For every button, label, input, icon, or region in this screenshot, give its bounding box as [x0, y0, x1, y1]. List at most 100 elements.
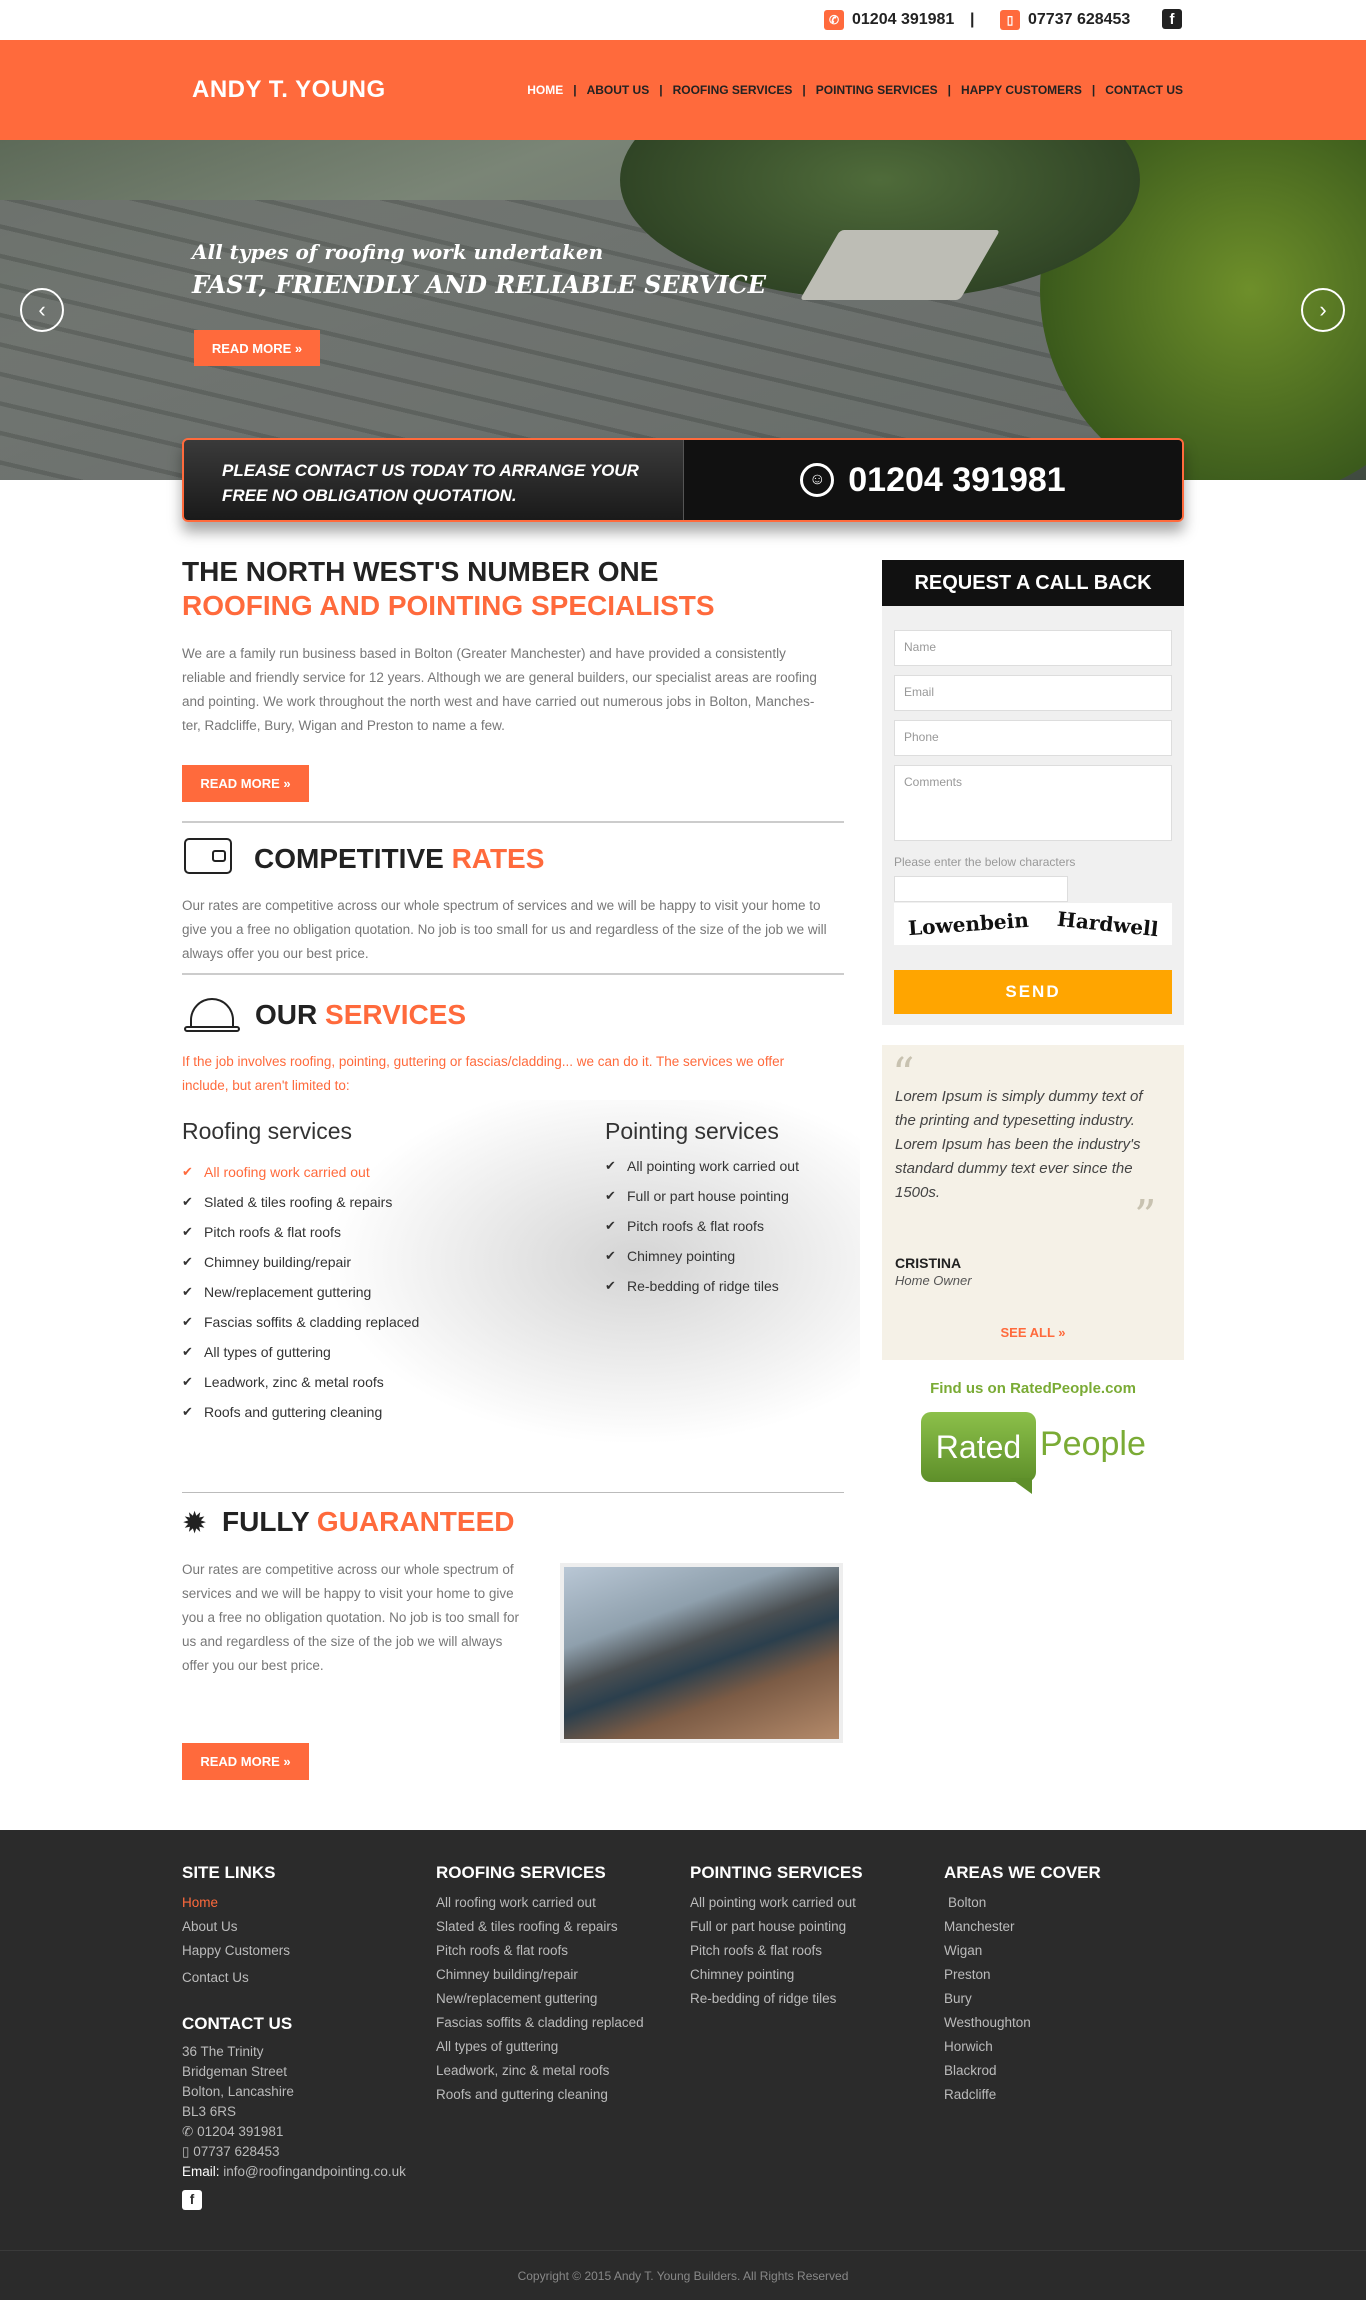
- cta-phone[interactable]: ☺ 01204 391981: [684, 440, 1182, 520]
- phone-field[interactable]: Phone: [894, 720, 1172, 756]
- list-item[interactable]: ✔ Leadwork, zinc & metal roofs: [182, 1367, 419, 1397]
- top-mobile[interactable]: ▯ 07737 628453: [1000, 8, 1130, 32]
- list-item[interactable]: ✔ Full or part house pointing: [605, 1181, 799, 1211]
- footer-area[interactable]: Horwich: [944, 2035, 1101, 2059]
- send-button[interactable]: SEND: [894, 970, 1172, 1014]
- list-item[interactable]: ✔ Pitch roofs & flat roofs: [182, 1217, 419, 1247]
- nav-customers[interactable]: HAPPY CUSTOMERS: [961, 83, 1082, 97]
- comments-field[interactable]: Comments: [894, 765, 1172, 841]
- list-item[interactable]: ✔ New/replacement guttering: [182, 1277, 419, 1307]
- text-line: Our rates are competitive across our who…: [182, 898, 821, 913]
- footer-link[interactable]: Home: [182, 1891, 406, 1915]
- footer-area[interactable]: Blackrod: [944, 2059, 1101, 2083]
- nav-separator: |: [1091, 83, 1096, 97]
- footer-link[interactable]: Slated & tiles roofing & repairs: [436, 1915, 644, 1939]
- top-mobile-number: 07737 628453: [1028, 11, 1131, 28]
- footer-link[interactable]: All pointing work carried out: [690, 1891, 863, 1915]
- list-item[interactable]: ✔ All pointing work carried out: [605, 1151, 799, 1181]
- guarantee-read-more-label: READ MORE: [200, 1754, 280, 1769]
- chevron-left-icon[interactable]: ‹: [20, 288, 64, 332]
- rated-link[interactable]: RatedPeople.com: [1010, 1380, 1136, 1397]
- footer-email[interactable]: Email: info@roofingandpointing.co.uk: [182, 2162, 406, 2182]
- chevron-right-icon[interactable]: ›: [1301, 288, 1345, 332]
- footer-link[interactable]: Roofs and guttering cleaning: [436, 2083, 644, 2107]
- list-item[interactable]: ✔ Re-bedding of ridge tiles: [605, 1271, 799, 1301]
- list-item-label: All pointing work carried out: [627, 1158, 799, 1174]
- footer-link[interactable]: New/replacement guttering: [436, 1987, 644, 2011]
- top-bar: ✆ 01204 391981 | ▯ 07737 628453 f: [0, 0, 1366, 40]
- footer-area[interactable]: Westhoughton: [944, 2011, 1101, 2035]
- list-item-label: Roofs and guttering cleaning: [204, 1404, 383, 1420]
- see-all-link[interactable]: SEE ALL »: [882, 1325, 1184, 1340]
- intro-read-more-button[interactable]: READ MORE »: [182, 765, 309, 802]
- email-field[interactable]: Email: [894, 675, 1172, 711]
- footer-area[interactable]: Preston: [944, 1963, 1101, 1987]
- footer-link[interactable]: Re-bedding of ridge tiles: [690, 1987, 863, 2011]
- check-icon: ✔: [182, 1254, 193, 1269]
- facebook-icon[interactable]: f: [1162, 9, 1182, 29]
- site-logo[interactable]: ANDY T. YOUNG: [192, 76, 386, 104]
- divider: [182, 973, 844, 975]
- captcha-input[interactable]: [894, 876, 1068, 902]
- list-item[interactable]: ✔ Roofs and guttering cleaning: [182, 1397, 419, 1427]
- captcha-word-2: Hardwell: [1055, 906, 1160, 942]
- footer-link[interactable]: All roofing work carried out: [436, 1891, 644, 1915]
- list-item[interactable]: ✔ All types of guttering: [182, 1337, 419, 1367]
- footer-link[interactable]: Leadwork, zinc & metal roofs: [436, 2059, 644, 2083]
- cta-line-1: PLEASE CONTACT US TODAY TO ARRANGE YOUR: [222, 461, 639, 480]
- footer-link[interactable]: All types of guttering: [436, 2035, 644, 2059]
- footer-mobile[interactable]: ▯ 07737 628453: [182, 2142, 406, 2162]
- name-field[interactable]: Name: [894, 630, 1172, 666]
- gutter-photo: [560, 1563, 843, 1743]
- footer-link[interactable]: Fascias soffits & cladding replaced: [436, 2011, 644, 2035]
- services-title-b: SERVICES: [325, 999, 467, 1030]
- footer-area[interactable]: Radcliffe: [944, 2083, 1101, 2107]
- hero-read-more-button[interactable]: READ MORE »: [194, 330, 320, 366]
- hero-title: FAST, FRIENDLY AND RELIABLE SERVICE: [192, 270, 767, 299]
- rated-logo-badge[interactable]: Rated: [921, 1412, 1036, 1482]
- list-item[interactable]: ✔ Chimney building/repair: [182, 1247, 419, 1277]
- footer-phone[interactable]: ✆ 01204 391981: [182, 2122, 406, 2142]
- text-line: Lorem Ipsum has been the industry's: [895, 1136, 1141, 1153]
- rates-paragraph: Our rates are competitive across our who…: [182, 894, 852, 966]
- roofing-services-list: ✔ All roofing work carried out ✔ Slated & …: [182, 1157, 419, 1427]
- list-item[interactable]: ✔ Slated & tiles roofing & repairs: [182, 1187, 419, 1217]
- list-item[interactable]: ✔ Pitch roofs & flat roofs: [605, 1211, 799, 1241]
- nav-pointing[interactable]: POINTING SERVICES: [816, 83, 938, 97]
- captcha-image: Lowenbein Hardwell: [894, 903, 1172, 945]
- footer-area[interactable]: Wigan: [944, 1939, 1101, 1963]
- footer-link[interactable]: Happy Customers: [182, 1939, 406, 1963]
- footer-link[interactable]: Contact Us: [182, 1966, 406, 1990]
- check-icon: ✔: [605, 1218, 616, 1233]
- guarantee-read-more-button[interactable]: READ MORE »: [182, 1743, 309, 1780]
- facebook-icon[interactable]: f: [182, 2190, 202, 2210]
- footer-pointing-title: POINTING SERVICES: [690, 1863, 863, 1882]
- nav-about[interactable]: ABOUT US: [587, 83, 650, 97]
- footer-area[interactable]: Bolton: [944, 1891, 1101, 1915]
- check-icon: ✔: [605, 1278, 616, 1293]
- top-phone[interactable]: ✆ 01204 391981: [824, 8, 954, 32]
- footer-link[interactable]: Chimney pointing: [690, 1963, 863, 1987]
- check-icon: ✔: [605, 1248, 616, 1263]
- intro-title-line-1: THE NORTH WEST'S NUMBER ONE: [182, 556, 659, 587]
- nav-contact[interactable]: CONTACT US: [1105, 83, 1183, 97]
- contact-cta-bar: PLEASE CONTACT US TODAY TO ARRANGE YOUR …: [182, 438, 1184, 522]
- footer-link[interactable]: Pitch roofs & flat roofs: [690, 1939, 863, 1963]
- footer: SITE LINKS Home About Us Happy Customers…: [0, 1830, 1366, 2250]
- footer-area[interactable]: Bury: [944, 1987, 1101, 2011]
- rated-find-text: Find us on RatedPeople.com: [882, 1380, 1184, 1397]
- list-item[interactable]: ✔ Chimney pointing: [605, 1241, 799, 1271]
- footer-phone-number: 01204 391981: [197, 2124, 284, 2139]
- seal-icon: ✹: [182, 1507, 208, 1540]
- nav-home[interactable]: HOME: [527, 83, 563, 97]
- footer-area[interactable]: Manchester: [944, 1915, 1101, 1939]
- list-item[interactable]: ✔ Fascias soffits & cladding replaced: [182, 1307, 419, 1337]
- footer-email-address: info@roofingandpointing.co.uk: [223, 2164, 406, 2179]
- footer-link[interactable]: Pitch roofs & flat roofs: [436, 1939, 644, 1963]
- list-item[interactable]: ✔ All roofing work carried out: [182, 1157, 419, 1187]
- footer-link[interactable]: About Us: [182, 1915, 406, 1939]
- footer-link[interactable]: Chimney building/repair: [436, 1963, 644, 1987]
- check-icon: ✔: [605, 1158, 616, 1173]
- nav-roofing[interactable]: ROOFING SERVICES: [673, 83, 793, 97]
- footer-link[interactable]: Full or part house pointing: [690, 1915, 863, 1939]
